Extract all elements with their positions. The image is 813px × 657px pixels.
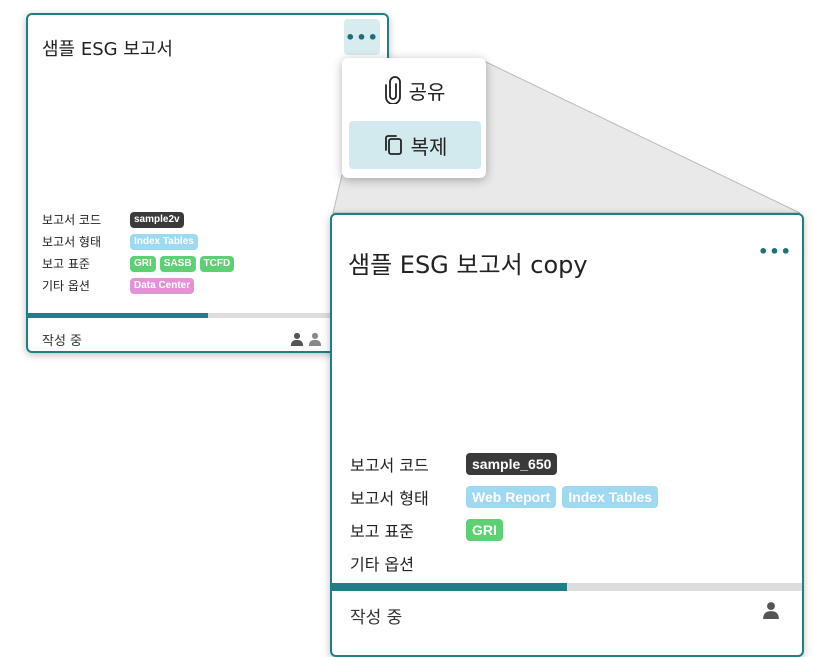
meta-label-code: 보고서 코드 <box>42 212 102 227</box>
standard-tag: TCFD <box>199 255 235 272</box>
owner-avatars <box>762 601 780 619</box>
status-text: 작성 중 <box>350 608 403 628</box>
user-icon <box>308 332 322 346</box>
meta-label-options: 기타 옵션 <box>350 554 414 574</box>
report-title: 샘플 ESG 보고서 <box>42 39 173 60</box>
meta-label-options: 기타 옵션 <box>42 278 90 293</box>
menu-item-copy[interactable]: 복제 <box>349 121 481 169</box>
owner-avatars <box>290 332 322 346</box>
meta-row-code: 보고서 코드 sample2v <box>42 208 238 230</box>
paperclip-icon <box>384 76 401 104</box>
copy-icon <box>384 135 402 155</box>
report-type-tag: Index Tables <box>130 233 198 250</box>
menu-item-label: 복제 <box>410 134 448 159</box>
report-meta: 보고서 코드 sample_650 보고서 형태 Web Report Index… <box>350 447 664 579</box>
meta-label-type: 보고서 형태 <box>42 234 102 249</box>
meta-row-type: 보고서 형태 Index Tables <box>42 230 238 252</box>
report-code-tag: sample_650 <box>466 452 558 475</box>
standard-tag: GRI <box>466 518 503 541</box>
report-type-tag: Web Report <box>466 485 557 508</box>
progress-fill <box>28 313 208 318</box>
more-options-button[interactable]: ••• <box>344 19 380 55</box>
more-horizontal-icon: ••• <box>758 241 792 261</box>
report-type-tag: Index Tables <box>562 485 659 508</box>
more-options-button[interactable]: ••• <box>758 239 792 263</box>
standard-tag: SASB <box>159 255 196 272</box>
option-tag: Data Center <box>130 277 195 294</box>
report-code-tag: sample2v <box>130 211 184 228</box>
meta-label-standard: 보고 표준 <box>350 521 414 541</box>
report-title: 샘플 ESG 보고서 copy <box>348 251 588 279</box>
menu-item-share[interactable]: 공유 <box>349 66 481 114</box>
more-horizontal-icon: ••• <box>345 27 379 47</box>
meta-row-type: 보고서 형태 Web Report Index Tables <box>350 480 664 513</box>
progress-fill <box>332 583 567 591</box>
standard-tag: GRI <box>130 255 156 272</box>
report-meta: 보고서 코드 sample2v 보고서 형태 Index Tables 보고 표… <box>42 208 238 296</box>
context-menu: 공유 복제 <box>342 58 486 178</box>
meta-row-standard: 보고 표준 GRI <box>350 513 664 546</box>
report-card-copy[interactable]: 샘플 ESG 보고서 copy ••• 보고서 코드 sample_650 보고… <box>330 213 804 657</box>
user-icon <box>763 602 779 619</box>
meta-row-code: 보고서 코드 sample_650 <box>350 447 664 480</box>
user-icon <box>290 332 304 346</box>
meta-row-standard: 보고 표준 GRI SASB TCFD <box>42 252 238 274</box>
meta-label-standard: 보고 표준 <box>42 256 90 271</box>
progress-bar <box>332 583 802 591</box>
meta-row-options: 기타 옵션 Data Center <box>42 274 238 296</box>
meta-label-code: 보고서 코드 <box>350 455 429 475</box>
menu-item-label: 공유 <box>408 79 446 104</box>
meta-row-options: 기타 옵션 <box>350 546 664 579</box>
status-text: 작성 중 <box>42 334 83 349</box>
meta-label-type: 보고서 형태 <box>350 488 429 508</box>
